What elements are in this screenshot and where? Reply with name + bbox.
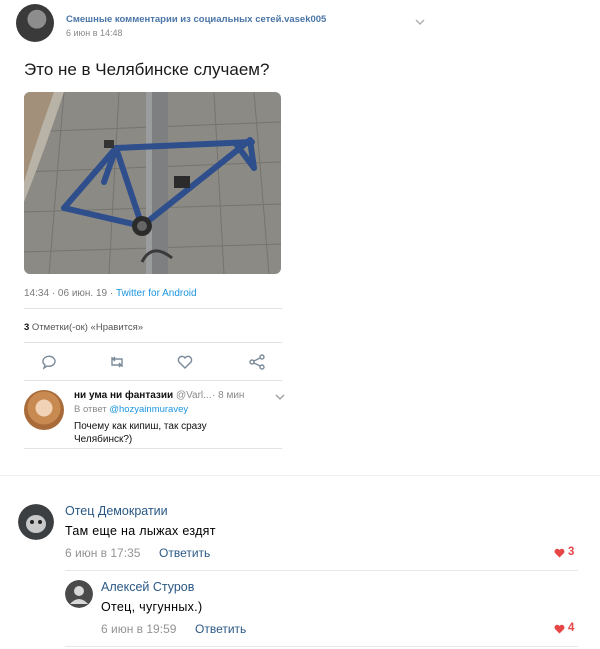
reply-author-name: ни ума ни фантазии (74, 390, 174, 401)
comment-date[interactable]: 6 июн в 17:35 (65, 546, 140, 560)
retweet-icon[interactable] (108, 353, 126, 371)
divider (24, 308, 282, 309)
heart-icon[interactable] (176, 353, 194, 371)
like-count: 3 (568, 546, 575, 558)
comment-author[interactable]: Алексей Стуров (101, 580, 194, 594)
like-button[interactable]: 3 (554, 546, 580, 560)
divider (24, 448, 282, 449)
tweet-reply: ни ума ни фантазии @Varl... · 8 мин В от… (24, 384, 292, 450)
tweet-actions (40, 353, 270, 371)
tweet-screenshot: Это не в Челябинске случаем? 14:34 · 06 … (16, 50, 292, 452)
reply-to-handle[interactable]: @hozyainmuravey (109, 404, 188, 415)
heart-icon (554, 548, 565, 558)
tweet-text: Это не в Челябинске случаем? (24, 60, 270, 79)
reply-author[interactable]: ни ума ни фантазии @Varl... (74, 390, 211, 401)
comment-icon[interactable] (40, 353, 58, 371)
divider (65, 646, 578, 647)
comment-text: Там еще на лыжах ездят (65, 524, 216, 538)
post-header: Смешные комментарии из социальных сетей.… (16, 4, 425, 44)
comment-author[interactable]: Отец Демократии (65, 504, 168, 518)
reply-text: Почему как кипиш, так сразу Челябинск?) (74, 421, 207, 445)
tweet-meta: 14:34 · 06 июн. 19 · Twitter for Android (24, 288, 197, 299)
community-avatar[interactable] (16, 4, 54, 42)
bike-frame-photo (24, 92, 281, 274)
chevron-down-icon[interactable] (275, 393, 285, 401)
avatar[interactable] (65, 580, 93, 608)
post-date[interactable]: 6 июн в 14:48 (66, 28, 123, 38)
avatar[interactable] (18, 504, 54, 540)
reply-button[interactable]: Ответить (159, 546, 210, 560)
reply-time: · 8 мин (212, 390, 245, 401)
reply-to: В ответ @hozyainmuravey (74, 404, 188, 415)
post-author[interactable]: Смешные комментарии из социальных сетей.… (66, 14, 326, 25)
divider (24, 380, 282, 381)
tweet-likes-label: Отметки(-ок) «Нравится» (29, 322, 144, 333)
divider (65, 570, 578, 571)
tweet-source-link[interactable]: Twitter for Android (116, 288, 197, 299)
heart-icon (554, 624, 565, 634)
avatar[interactable] (24, 390, 64, 430)
share-icon[interactable] (248, 353, 266, 371)
comment-text: Отец, чугунных.) (101, 600, 203, 614)
tweet-timestamp: 14:34 · 06 июн. 19 · (24, 288, 116, 299)
reply-to-prefix: В ответ (74, 404, 110, 415)
comment-date[interactable]: 6 июн в 19:59 (101, 622, 176, 636)
comment-reply: Алексей Стуров Отец, чугунных.) 6 июн в … (65, 580, 580, 640)
chevron-down-icon[interactable] (414, 16, 426, 28)
divider (24, 342, 282, 343)
tweet-likes[interactable]: 3 Отметки(-ок) «Нравится» (24, 322, 143, 333)
like-button[interactable]: 4 (554, 622, 580, 636)
like-count: 4 (568, 622, 575, 634)
reply-author-handle: @Varl... (173, 390, 212, 401)
divider (0, 475, 600, 476)
reply-button[interactable]: Ответить (195, 622, 246, 636)
comment: Отец Демократии Там еще на лыжах ездят 6… (18, 504, 580, 570)
